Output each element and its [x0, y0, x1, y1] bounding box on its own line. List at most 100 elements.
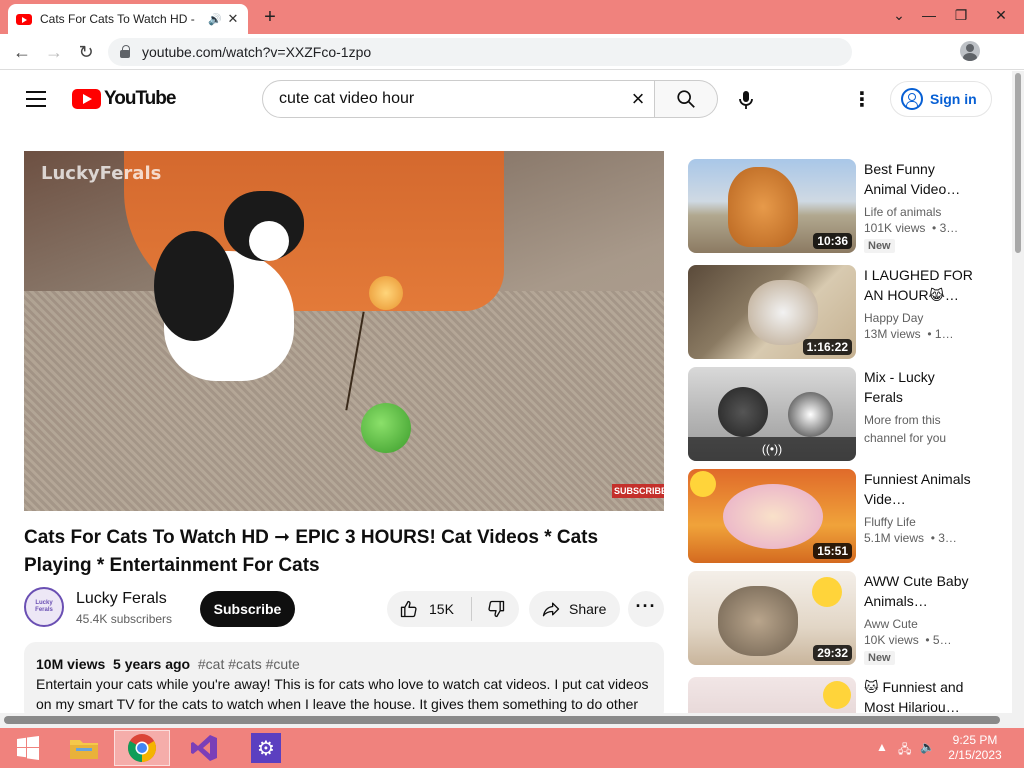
channel-name[interactable]: Happy Day	[864, 309, 974, 327]
settings-more-icon[interactable]: ⋮	[850, 88, 874, 112]
audio-playing-icon[interactable]: 🔊	[208, 13, 222, 26]
video-duration: 1:16:22	[802, 339, 852, 355]
video-thumbnail[interactable]: 29:32	[688, 571, 856, 665]
start-button[interactable]	[0, 730, 56, 766]
clear-search-icon[interactable]: ×	[626, 88, 650, 110]
profile-avatar-icon[interactable]	[960, 41, 980, 61]
tab-search-chevron-icon[interactable]: ⌄	[884, 4, 914, 26]
video-duration: 10:36	[813, 233, 852, 249]
recommended-video[interactable]: 🐱 Funniest and Most Hilariou…	[688, 677, 978, 713]
lock-icon[interactable]	[120, 45, 130, 58]
volume-icon[interactable]: 🔈	[920, 740, 935, 754]
view-stats: 5.1M views • 3…	[864, 531, 957, 545]
channel-name[interactable]: Life of animals	[864, 203, 974, 221]
new-badge: New	[864, 651, 895, 665]
reload-icon[interactable]: ↻	[74, 40, 98, 64]
recommended-mix[interactable]: ((•)) Mix - Lucky Ferals More from this …	[688, 367, 978, 461]
file-explorer-taskbar-button[interactable]	[56, 730, 112, 766]
dislike-button[interactable]	[472, 591, 519, 627]
subscribe-watermark[interactable]: SUBSCRIBE	[612, 484, 664, 498]
video-thumbnail[interactable]: ((•))	[688, 367, 856, 461]
video-thumbnail[interactable]: 15:51	[688, 469, 856, 563]
view-stats: 10K views • 5…	[864, 633, 952, 647]
recommended-video[interactable]: 10:36 Best Funny Animal Video… Life of a…	[688, 159, 978, 253]
settings-taskbar-button[interactable]: ⚙	[238, 730, 294, 766]
show-hidden-icons-chevron-icon[interactable]: ▲	[876, 740, 888, 754]
video-duration: 15:51	[813, 543, 852, 559]
scrollbar-thumb[interactable]	[4, 716, 1000, 724]
minimize-button[interactable]: —	[914, 4, 944, 26]
clock-date: 2/15/2023	[948, 748, 1002, 762]
share-button[interactable]: Share	[529, 591, 620, 627]
like-button[interactable]: 15K	[387, 591, 471, 627]
video-thumbnail[interactable]	[688, 677, 856, 713]
back-arrow-icon[interactable]: ←	[10, 40, 34, 64]
search-input[interactable]: cute cat video hour	[262, 80, 655, 118]
windows-taskbar: ⚙	[0, 728, 1024, 768]
view-stats: 101K views • 3…	[864, 221, 959, 235]
recommended-video[interactable]: 15:51 Funniest Animals Vide… Fluffy Life…	[688, 469, 978, 563]
video-player[interactable]: LuckyFerals SUBSCRIBE	[24, 151, 664, 511]
browser-tab[interactable]: Cats For Cats To Watch HD - 🔊 ✕	[8, 4, 248, 34]
video-title[interactable]: Funniest Animals Vide…	[864, 469, 974, 509]
horizontal-scrollbar[interactable]	[0, 713, 1012, 728]
mix-radio-icon: ((•))	[688, 437, 856, 461]
chrome-taskbar-button[interactable]	[114, 730, 170, 766]
browser-tab-strip: Cats For Cats To Watch HD - 🔊 ✕ + ⌄ — ❐ …	[0, 0, 1024, 34]
vertical-scrollbar[interactable]	[1012, 71, 1024, 728]
sign-in-button[interactable]: Sign in	[890, 81, 992, 117]
subscribe-button[interactable]: Subscribe	[200, 591, 295, 627]
channel-watermark: LuckyFerals	[41, 163, 162, 184]
close-window-button[interactable]: ✕	[986, 4, 1016, 26]
video-title[interactable]: 🐱 Funniest and Most Hilariou…	[864, 677, 974, 713]
system-clock[interactable]: 9:25 PM 2/15/2023	[940, 733, 1010, 763]
video-frame-toy-ball	[361, 403, 411, 453]
channel-avatar[interactable]: Lucky Ferals	[24, 587, 64, 627]
video-title[interactable]: I LAUGHED FOR AN HOUR😹…	[864, 265, 974, 305]
channel-name[interactable]: Fluffy Life	[864, 513, 974, 531]
visual-studio-icon	[191, 735, 217, 761]
channel-name[interactable]: Lucky Ferals	[76, 590, 167, 608]
hashtags[interactable]: #cat #cats #cute	[198, 656, 300, 672]
search-icon	[677, 90, 695, 108]
video-title: Cats For Cats To Watch HD ➞ EPIC 3 HOURS…	[24, 527, 599, 576]
video-title[interactable]: AWW Cute Baby Animals…	[864, 571, 974, 611]
recommended-video[interactable]: 1:16:22 I LAUGHED FOR AN HOUR😹… Happy Da…	[688, 265, 978, 359]
video-thumbnail[interactable]: 1:16:22	[688, 265, 856, 359]
more-actions-button[interactable]: ···	[628, 591, 664, 627]
chrome-icon	[128, 734, 156, 762]
network-icon[interactable]: 🖧	[898, 740, 911, 761]
address-bar[interactable]: youtube.com/watch?v=XXZFco-1zpo	[108, 38, 852, 66]
tab-title: Cats For Cats To Watch HD -	[40, 12, 195, 26]
video-title[interactable]: Best Funny Animal Video…	[864, 159, 974, 199]
video-thumbnail[interactable]: 10:36	[688, 159, 856, 253]
recommended-video[interactable]: 29:32 AWW Cute Baby Animals… Aww Cute 10…	[688, 571, 978, 665]
share-arrow-icon	[542, 602, 560, 617]
windows-logo-icon	[17, 736, 39, 760]
description-box[interactable]: 10M views 5 years ago #cat #cats #cute E…	[24, 642, 664, 722]
youtube-logo[interactable]: YouTube	[72, 88, 176, 110]
video-frame-cat	[154, 191, 314, 391]
forward-arrow-icon[interactable]: →	[42, 40, 66, 64]
new-tab-button[interactable]: +	[258, 6, 282, 29]
video-title[interactable]: Mix - Lucky Ferals	[864, 367, 974, 407]
scrollbar-thumb[interactable]	[1015, 73, 1021, 253]
description-text: Entertain your cats while you're away! T…	[36, 676, 649, 712]
tab-close-icon[interactable]: ✕	[226, 11, 240, 27]
youtube-play-logo-icon	[72, 89, 101, 109]
thumbs-down-icon	[487, 600, 504, 618]
browser-toolbar: ← → ↻ youtube.com/watch?v=XXZFco-1zpo ⇩ …	[0, 34, 1024, 95]
channel-name[interactable]: Aww Cute	[864, 615, 974, 633]
visual-studio-taskbar-button[interactable]	[176, 730, 232, 766]
menu-hamburger-icon[interactable]	[26, 91, 46, 107]
restore-button[interactable]: ❐	[946, 4, 976, 26]
clock-time: 9:25 PM	[952, 733, 998, 747]
thumbs-up-icon	[400, 600, 417, 618]
youtube-header: YouTube cute cat video hour × ⋮ Sign in	[0, 71, 1012, 127]
description-meta: 10M views 5 years ago #cat #cats #cute	[36, 654, 652, 674]
upload-age: 5 years ago	[113, 656, 191, 672]
account-circle-icon	[901, 88, 923, 110]
microphone-icon[interactable]	[734, 88, 758, 112]
view-stats: 13M views • 1…	[864, 327, 954, 341]
search-button[interactable]	[655, 80, 718, 118]
